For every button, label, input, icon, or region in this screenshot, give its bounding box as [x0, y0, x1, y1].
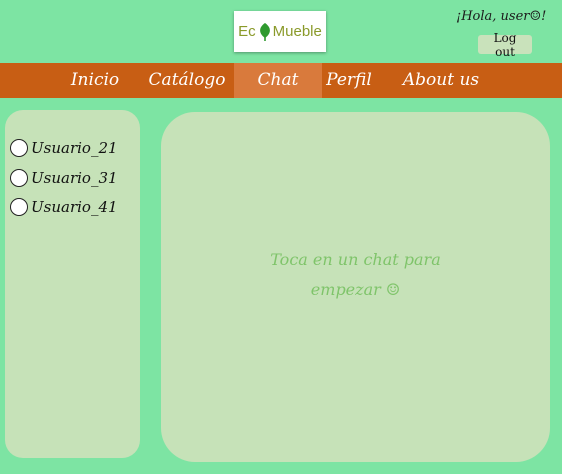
main-nav: Inicio Catálogo Chat Perfil About us	[0, 63, 562, 98]
user-item-usuario-41[interactable]: Usuario_41	[10, 196, 118, 218]
header: Ec Mueble ¡Hola, user☺! Log out	[0, 0, 562, 63]
chat-empty-message: Toca en un chat para empezar ☺	[161, 245, 550, 305]
nav-item-catalogo[interactable]: Catálogo	[146, 63, 228, 98]
chat-empty-line-1: Toca en un chat para	[270, 250, 441, 269]
user-item-label: Usuario_21	[31, 139, 118, 157]
user-item-label: Usuario_31	[31, 169, 118, 187]
chat-panel: Toca en un chat para empezar ☺	[161, 112, 550, 462]
nav-item-perfil[interactable]: Perfil	[322, 63, 376, 98]
ecomueble-logo[interactable]: Ec Mueble	[234, 11, 326, 52]
chat-empty-line-2: empezar ☺	[310, 280, 401, 299]
greeting-text: ¡Hola, user☺!	[456, 9, 547, 24]
user-item-label: Usuario_41	[31, 198, 118, 216]
radio-icon[interactable]	[10, 198, 28, 216]
user-item-usuario-21[interactable]: Usuario_21	[10, 137, 118, 159]
nav-item-inicio[interactable]: Inicio	[60, 63, 130, 98]
user-item-usuario-31[interactable]: Usuario_31	[10, 167, 118, 189]
radio-icon[interactable]	[10, 139, 28, 157]
leaf-icon	[257, 22, 273, 42]
radio-icon[interactable]	[10, 169, 28, 187]
nav-item-chat[interactable]: Chat	[234, 63, 322, 98]
logo-text-left: Ec	[238, 23, 256, 40]
user-list-panel: Usuario_21 Usuario_31 Usuario_41	[5, 110, 140, 458]
logout-button[interactable]: Log out	[478, 31, 532, 59]
logo-text-right: Mueble	[272, 23, 322, 40]
nav-item-about-us[interactable]: About us	[398, 63, 484, 98]
